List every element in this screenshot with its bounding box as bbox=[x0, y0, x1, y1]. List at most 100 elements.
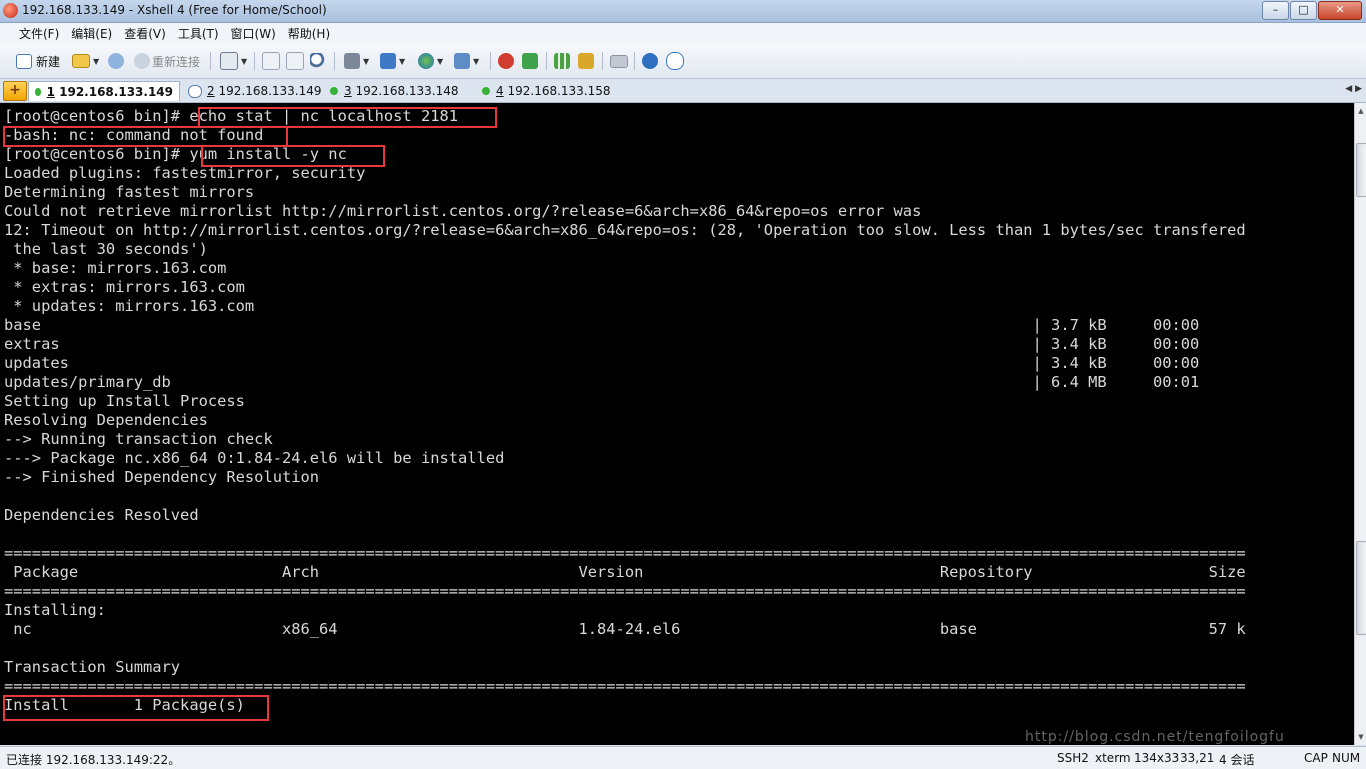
terminal-line: * base: mirrors.163.com bbox=[4, 259, 227, 277]
tab-session-3[interactable]: 3 192.168.133.148 bbox=[324, 81, 465, 101]
highlight-box-install-summary bbox=[3, 695, 269, 721]
connected-dot-icon bbox=[482, 87, 490, 95]
terminal-line: --> Running transaction check bbox=[4, 430, 273, 448]
scroll-thumb[interactable] bbox=[1356, 143, 1366, 197]
maximize-button[interactable]: □ bbox=[1290, 1, 1317, 20]
menu-bar: 文件(F) 编辑(E) 查看(V) 工具(T) 窗口(W) 帮助(H) bbox=[0, 23, 1366, 44]
tab-session-2[interactable]: 2 192.168.133.149 bbox=[182, 81, 328, 101]
terminal-line: * updates: mirrors.163.com bbox=[4, 297, 255, 315]
terminal-line: ---> Package nc.x86_64 0:1.84-24.el6 wil… bbox=[4, 449, 505, 467]
chat-tab-icon bbox=[188, 84, 202, 98]
font-button[interactable]: ▼ bbox=[454, 51, 479, 71]
paste-button[interactable] bbox=[286, 51, 304, 71]
menu-view[interactable]: 查看(V) bbox=[124, 25, 166, 42]
terminal-line: nc x86_64 1.84-24.el6 base 57 k bbox=[4, 620, 1246, 638]
new-label: 新建 bbox=[36, 54, 61, 69]
open-button[interactable]: ▼ bbox=[72, 51, 99, 71]
help-icon bbox=[642, 53, 658, 69]
search-icon bbox=[310, 53, 326, 69]
print-button[interactable]: ▼ bbox=[344, 51, 369, 71]
font-icon bbox=[454, 53, 470, 69]
reconnect-button[interactable]: 重新连接 bbox=[134, 51, 200, 71]
cursor-position-status: 33,21 bbox=[1180, 751, 1215, 765]
terminal-line: extras | 3.4 kB 00:00 bbox=[4, 335, 1200, 353]
terminal-line: the last 30 seconds') bbox=[4, 240, 208, 258]
properties-icon bbox=[220, 52, 238, 70]
protocol-status: SSH2 bbox=[1057, 751, 1089, 765]
close-button[interactable]: ✕ bbox=[1318, 1, 1362, 20]
terminal-line: updates/primary_db | 6.4 MB 00:01 bbox=[4, 373, 1200, 391]
globe-button[interactable]: ▼ bbox=[418, 51, 443, 71]
toolbar-divider bbox=[602, 52, 603, 70]
tab-number: 1 bbox=[46, 84, 55, 99]
menu-window[interactable]: 窗口(W) bbox=[231, 25, 276, 42]
terminal-line: ========================================… bbox=[4, 582, 1246, 600]
keyboard-button[interactable] bbox=[610, 51, 628, 71]
connection-status: 已连接 192.168.133.149:22。 bbox=[6, 753, 181, 767]
scroll-down-arrow-icon[interactable]: ▼ bbox=[1356, 731, 1366, 743]
link-icon bbox=[108, 53, 124, 69]
terminal-scrollbar[interactable]: ▲ ▼ bbox=[1354, 103, 1366, 745]
properties-button[interactable]: ▼ bbox=[220, 51, 247, 71]
tab-host: 192.168.133.149 bbox=[218, 84, 322, 98]
script-button[interactable] bbox=[522, 51, 538, 71]
window-title: 192.168.133.149 - Xshell 4 (Free for Hom… bbox=[22, 3, 327, 17]
window-controls: – □ ✕ bbox=[1262, 1, 1362, 20]
speech-bubble-icon bbox=[666, 52, 684, 70]
new-session-icon bbox=[16, 53, 32, 69]
terminal-line: ========================================… bbox=[4, 544, 1246, 562]
xftp-button[interactable] bbox=[498, 51, 514, 71]
scroll-thumb-lower[interactable] bbox=[1356, 541, 1366, 635]
toolbar-divider bbox=[546, 52, 547, 70]
terminal-line: Package Arch Version Repository Size bbox=[4, 563, 1246, 581]
num-lock-status: NUM bbox=[1332, 751, 1361, 765]
menu-file[interactable]: 文件(F) bbox=[19, 25, 59, 42]
xshell-app-icon bbox=[3, 3, 18, 18]
menu-tools[interactable]: 工具(T) bbox=[178, 25, 219, 42]
toolbar-divider bbox=[254, 52, 255, 70]
transfer-icon bbox=[380, 53, 396, 69]
add-tab-button[interactable]: + bbox=[3, 81, 27, 101]
lock-icon bbox=[578, 53, 594, 69]
watermark-text: http://blog.csdn.net/tengfoilogfu bbox=[1025, 729, 1285, 745]
session-tab-bar: + 1 192.168.133.149 2 192.168.133.149 3 … bbox=[0, 79, 1366, 103]
session-count-status: 4 会话 bbox=[1219, 753, 1255, 767]
terminal-line: Determining fastest mirrors bbox=[4, 183, 255, 201]
highlight-box-command bbox=[198, 107, 497, 128]
menu-edit[interactable]: 编辑(E) bbox=[71, 25, 112, 42]
scroll-up-arrow-icon[interactable]: ▲ bbox=[1356, 105, 1366, 117]
terminal-line: ========================================… bbox=[4, 677, 1246, 695]
tab-session-1[interactable]: 1 192.168.133.149 bbox=[28, 81, 180, 101]
tab-session-4[interactable]: 4 192.168.133.158 bbox=[476, 81, 617, 101]
printer-icon bbox=[344, 53, 360, 69]
lock-button[interactable] bbox=[578, 51, 594, 71]
terminal-line: updates | 3.4 kB 00:00 bbox=[4, 354, 1200, 372]
disconnect-button[interactable] bbox=[108, 51, 124, 71]
transfer-button[interactable]: ▼ bbox=[380, 51, 405, 71]
menu-help[interactable]: 帮助(H) bbox=[288, 25, 330, 42]
reconnect-label: 重新连接 bbox=[152, 54, 201, 69]
tab-host: 192.168.133.158 bbox=[507, 84, 611, 98]
toolbar: 新建 ▼ 重新连接 ▼ ▼ ▼ ▼ ▼ bbox=[0, 44, 1366, 79]
highlight-box-error bbox=[3, 126, 288, 147]
toolbar-divider bbox=[210, 52, 211, 70]
find-button[interactable] bbox=[310, 51, 326, 71]
connected-dot-icon bbox=[330, 87, 338, 95]
chat-button[interactable] bbox=[666, 51, 684, 71]
help-button[interactable] bbox=[642, 51, 658, 71]
highlight-box-yum-command bbox=[201, 145, 385, 167]
tab-scroll-arrows[interactable]: ◀ ▶ bbox=[1345, 84, 1362, 94]
layout-button[interactable] bbox=[554, 51, 570, 71]
copy-button[interactable] bbox=[262, 51, 280, 71]
terminal-line: --> Finished Dependency Resolution bbox=[4, 468, 320, 486]
tab-host: 192.168.133.149 bbox=[59, 84, 173, 99]
terminal-line: Could not retrieve mirrorlist http://mir… bbox=[4, 202, 922, 220]
new-session-button[interactable]: 新建 bbox=[16, 51, 60, 71]
folder-icon bbox=[72, 54, 90, 68]
terminal-area[interactable]: [root@centos6 bin]# echo stat | nc local… bbox=[0, 103, 1354, 745]
terminal-line: base | 3.7 kB 00:00 bbox=[4, 316, 1200, 334]
terminal-line: Resolving Dependencies bbox=[4, 411, 208, 429]
tab-number: 3 bbox=[344, 84, 352, 98]
minimize-button[interactable]: – bbox=[1262, 1, 1289, 20]
terminal-line: Installing: bbox=[4, 601, 106, 619]
